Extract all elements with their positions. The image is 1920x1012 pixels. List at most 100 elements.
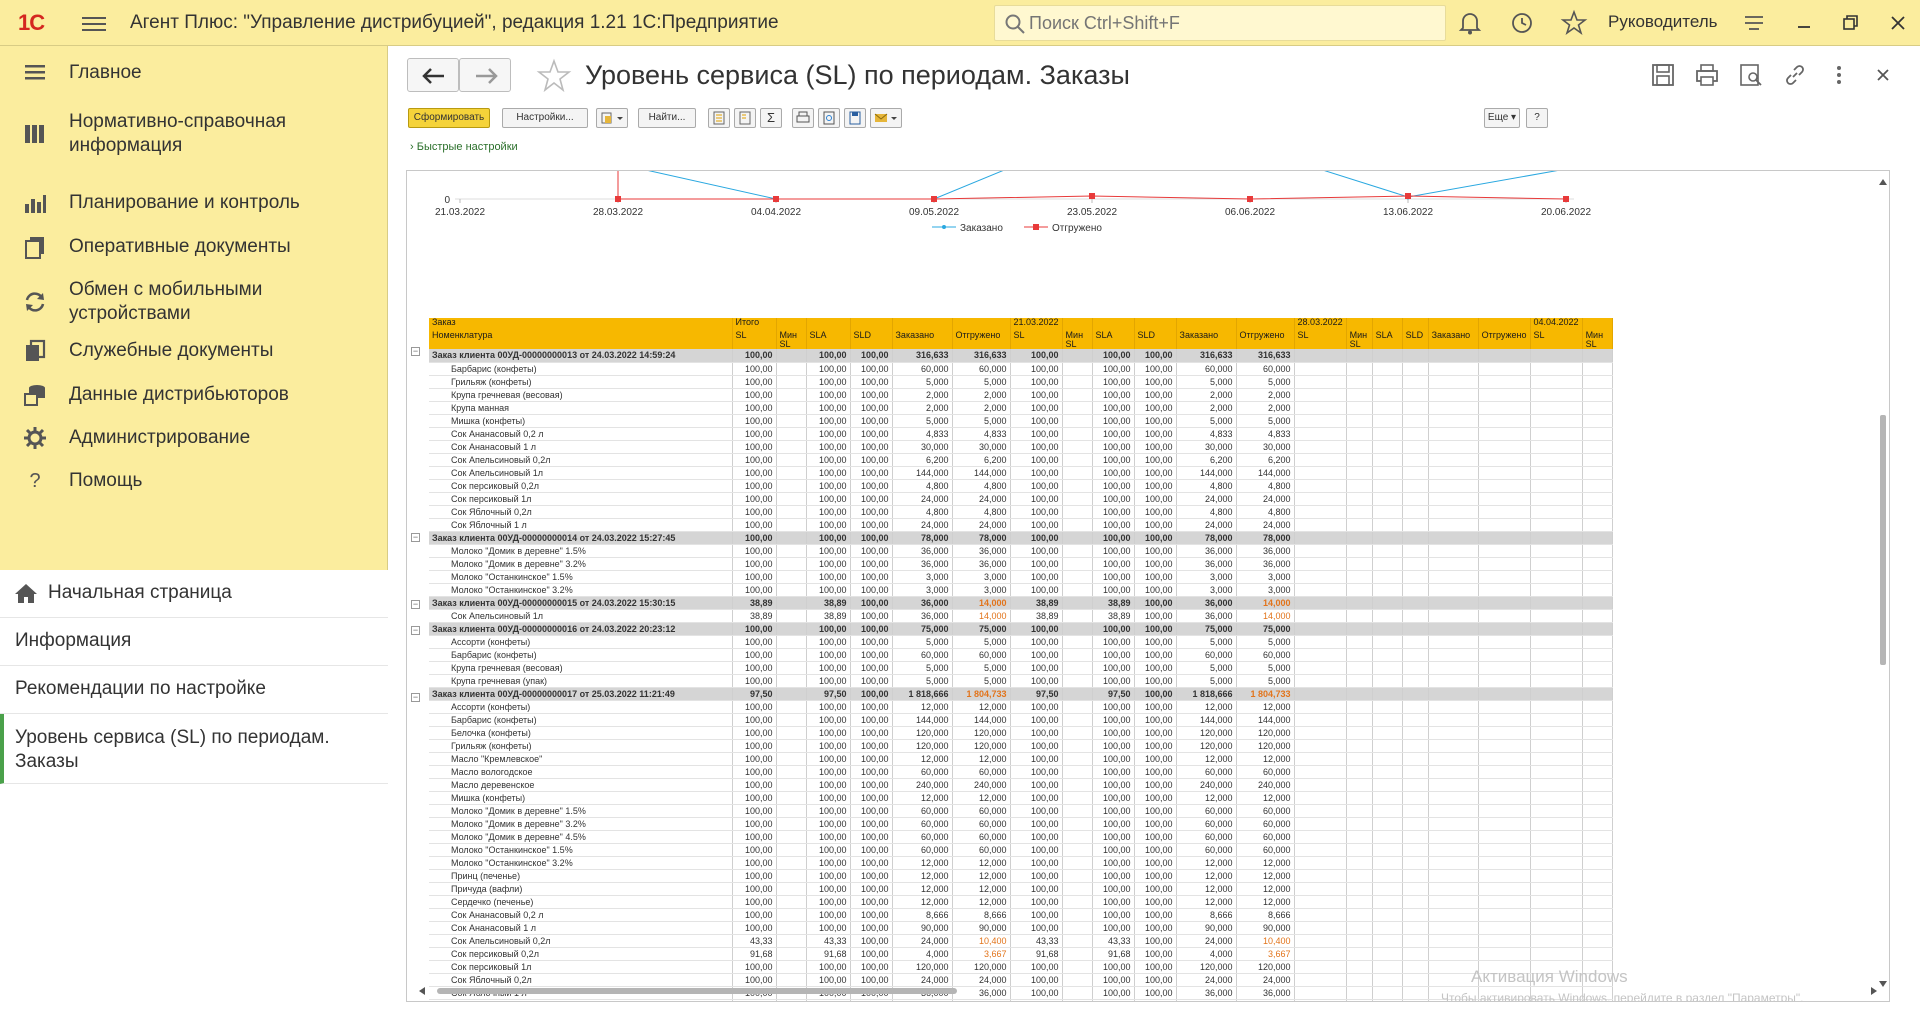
column-header[interactable]: Номенклатура — [429, 331, 733, 349]
sidebar-item-mobile-exchange[interactable]: Обмен с мобильными устройствами — [0, 278, 388, 326]
sidebar-item-administration[interactable]: Администрирование — [0, 425, 388, 451]
table-row[interactable]: Сок Апельсиновый 0,2л 100,00 100,00 100,00 6… — [429, 453, 1613, 467]
table-row[interactable]: Сок Апельсиновый 0,2л 43,33 43,33 100,00 24,… — [429, 934, 1613, 948]
column-header[interactable]: SLD — [850, 331, 893, 349]
column-header[interactable]: SLA — [1372, 331, 1403, 349]
column-header[interactable]: SL — [1294, 331, 1347, 349]
search-input[interactable] — [995, 6, 1445, 40]
app-logo[interactable]: 1С — [18, 10, 45, 36]
column-header[interactable] — [806, 318, 851, 331]
column-header[interactable]: 21.03.2022 — [1010, 318, 1063, 331]
print-button[interactable] — [792, 108, 814, 128]
group-collapse-toggle[interactable]: − — [411, 347, 420, 356]
group-collapse-toggle[interactable]: − — [411, 599, 420, 609]
column-header[interactable]: Заказано — [1176, 331, 1237, 349]
column-header[interactable]: Мин SL — [1062, 331, 1093, 349]
search-box[interactable] — [994, 5, 1446, 41]
group-collapse-toggle[interactable]: − — [411, 626, 420, 636]
sidebar-item-operational-docs[interactable]: Оперативные документы — [0, 234, 388, 260]
column-header[interactable]: SL — [1530, 331, 1583, 349]
column-header[interactable] — [1478, 318, 1531, 331]
table-row[interactable]: Молоко "Домик в деревне" 1.5% 100,00 100,0… — [429, 804, 1613, 818]
sidebar-item-service-docs[interactable]: Служебные документы — [0, 338, 388, 364]
table-row[interactable]: Сок Ананасовый 1 л 100,00 100,00 100,00 90,0… — [429, 921, 1613, 935]
column-header[interactable]: SLD — [1402, 331, 1429, 349]
table-row[interactable]: Молоко "Останкинское" 1.5% 100,00 100,00 10… — [429, 570, 1613, 584]
table-row[interactable]: Грильяж (конфеты) 100,00 100,00 100,00 120,0… — [429, 739, 1613, 753]
generate-button[interactable]: Сформировать — [408, 108, 490, 128]
help-button[interactable]: ? — [1526, 108, 1548, 128]
group-collapse-toggle[interactable]: − — [411, 692, 420, 702]
table-row[interactable]: Масло деревенское 100,00 100,00 100,00 240,0… — [429, 778, 1613, 792]
table-row[interactable]: Принц (печенье) 100,00 100,00 100,00 12,000 1… — [429, 869, 1613, 883]
column-header[interactable] — [1134, 318, 1177, 331]
column-header[interactable] — [1236, 318, 1295, 331]
close-form-icon[interactable] — [1870, 62, 1896, 88]
table-row[interactable]: Сок Ананасовый 0,2 л 100,00 100,00 100,00 4,… — [429, 427, 1613, 441]
settings-lines-icon[interactable] — [1740, 9, 1768, 37]
table-row[interactable]: Ассорти (конфеты) 100,00 100,00 100,00 5,000… — [429, 635, 1613, 649]
table-row[interactable]: Мишка (конфеты) 100,00 100,00 100,00 5,000 5,… — [429, 414, 1613, 428]
table-row[interactable]: Крупа гречневая (весовая) 100,00 100,00 100… — [429, 388, 1613, 402]
favorites-star-icon[interactable] — [1560, 9, 1588, 37]
minimize-icon[interactable] — [1790, 9, 1818, 37]
restore-window-icon[interactable] — [1836, 9, 1864, 37]
sidebar-item-reference[interactable]: Нормативно-справочная информация — [0, 110, 388, 158]
table-row[interactable]: Барбарис (конфеты) 100,00 100,00 100,00 60,0… — [429, 362, 1613, 376]
table-row[interactable]: Сок Яблочный 1 л 100,00 100,00 100,00 24,000… — [429, 518, 1613, 532]
table-row[interactable]: Крупа манная 100,00 100,00 100,00 2,000 2,000… — [429, 401, 1613, 415]
table-row[interactable]: Сердечко (печенье) 100,00 100,00 100,00 12,0… — [429, 895, 1613, 909]
table-row[interactable]: Барбарис (конфеты) 100,00 100,00 100,00 144,… — [429, 713, 1613, 727]
table-row[interactable]: Сок Апельсиновый 1л 38,89 38,89 100,00 36,00… — [429, 609, 1613, 623]
close-window-icon[interactable] — [1884, 9, 1912, 37]
group-collapse-toggle[interactable]: − — [411, 533, 420, 543]
settings-button[interactable]: Настройки... — [502, 108, 588, 128]
sum-button[interactable]: Σ — [760, 108, 782, 128]
print-icon[interactable] — [1694, 62, 1720, 88]
table-row[interactable]: Ассорти (конфеты) 100,00 100,00 100,00 12,00… — [429, 700, 1613, 714]
open-window-recommendations[interactable]: Рекомендации по настройке — [0, 666, 388, 714]
column-header[interactable]: SL — [732, 331, 777, 349]
save-report-button[interactable] — [844, 108, 866, 128]
table-row[interactable]: Сок Яблочный 0,2л 100,00 100,00 100,00 4,800… — [429, 505, 1613, 519]
column-header[interactable] — [1062, 318, 1093, 331]
table-row[interactable]: Молоко "Останкинское" 3.2% 100,00 100,00 10… — [429, 856, 1613, 870]
table-group-row[interactable]: Заказ клиента 00УД-00000000017 от 25.03.… — [429, 687, 1613, 701]
column-header[interactable] — [850, 318, 893, 331]
table-row[interactable]: Сок персиковый 0,2л 100,00 100,00 100,00 4,8… — [429, 479, 1613, 493]
column-header[interactable]: Отгружено — [1478, 331, 1531, 349]
notifications-bell-icon[interactable] — [1456, 9, 1484, 37]
variant-dropdown-button[interactable] — [596, 108, 628, 128]
column-header[interactable]: Мин SL — [1346, 331, 1373, 349]
find-button[interactable]: Найти... — [638, 108, 696, 128]
column-header[interactable]: 04.04.2022 — [1530, 318, 1583, 331]
column-header[interactable]: 28.03.2022 — [1294, 318, 1347, 331]
collapse-groups-button[interactable] — [734, 108, 756, 128]
column-header[interactable]: Заказ — [429, 318, 733, 331]
table-row[interactable]: Мишка (конфеты) 100,00 100,00 100,00 12,000 1… — [429, 791, 1613, 805]
column-header[interactable] — [1346, 318, 1373, 331]
table-row[interactable]: Сок Ананасовый 0,2 л 100,00 100,00 100,00 8,… — [429, 908, 1613, 922]
forward-button[interactable] — [459, 58, 511, 92]
column-header[interactable]: Итого — [732, 318, 777, 331]
table-row[interactable]: Фруктовые (вафли)100,00100,00100,00240,0… — [429, 999, 1613, 1001]
column-header[interactable]: Отгружено — [1236, 331, 1295, 349]
more-actions-button[interactable]: Еще ▾ — [1484, 108, 1520, 128]
column-header[interactable]: SLA — [806, 331, 851, 349]
report-spreadsheet[interactable]: 0 21.03.2022 28.03.2022 04.04.2022 09.05.202… — [406, 170, 1890, 1002]
sidebar-item-distributor-data[interactable]: Данные дистрибьюторов — [0, 382, 388, 408]
table-row[interactable]: Молоко "Останкинское" 1.5% 100,00 100,00 10… — [429, 843, 1613, 857]
more-vertical-icon[interactable] — [1826, 62, 1852, 88]
open-window-info[interactable]: Информация — [0, 618, 388, 666]
column-header[interactable] — [892, 318, 953, 331]
table-row[interactable]: Сок Апельсиновый 1л 100,00 100,00 100,00 144… — [429, 466, 1613, 480]
table-row[interactable]: Молоко "Останкинское" 3.2% 100,00 100,00 10… — [429, 583, 1613, 597]
sidebar-item-help[interactable]: ? Помощь — [0, 468, 388, 494]
favorite-star-icon[interactable] — [536, 58, 572, 94]
current-user[interactable]: Руководитель — [1608, 12, 1718, 32]
table-group-row[interactable]: Заказ клиента 00УД-00000000016 от 24.03.… — [429, 622, 1613, 636]
history-icon[interactable] — [1508, 9, 1536, 37]
table-row[interactable]: Молоко "Домик в деревне" 4.5% 100,00 100,0… — [429, 830, 1613, 844]
column-header[interactable]: SL — [1010, 331, 1063, 349]
column-header[interactable] — [1428, 318, 1479, 331]
